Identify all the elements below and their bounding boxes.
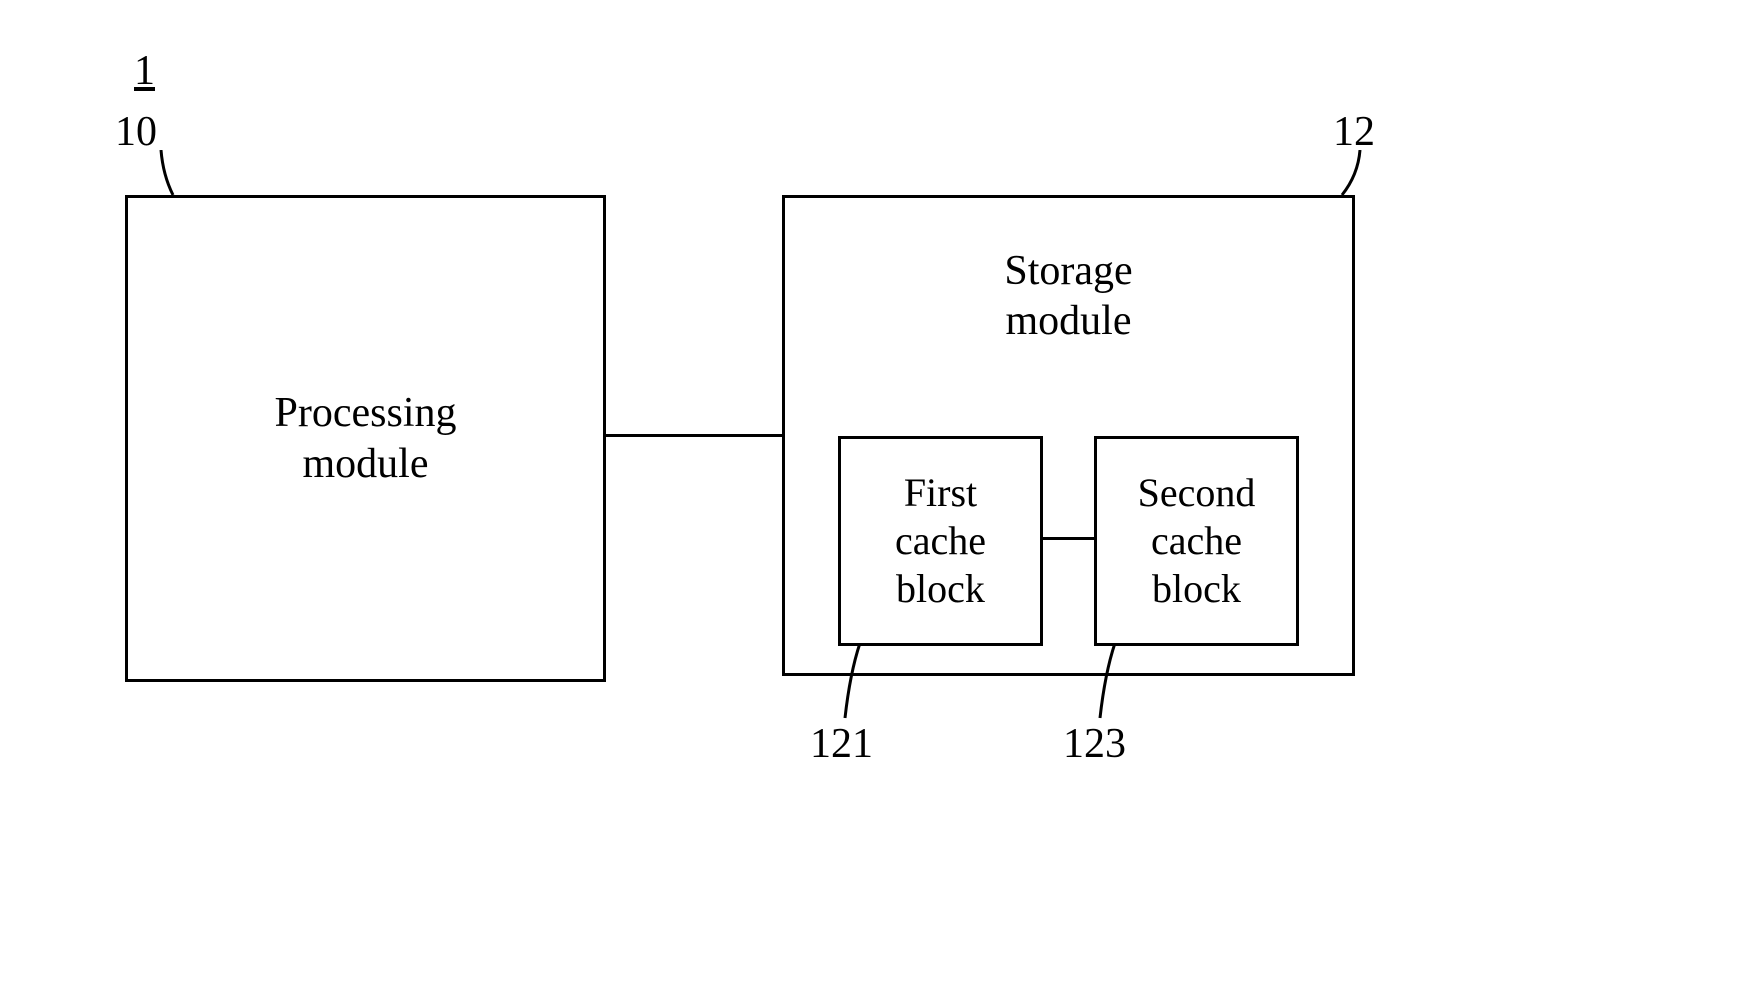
storage-module-text: Storage module [1004, 246, 1132, 347]
processing-module-box: Processing module [125, 195, 606, 682]
second-cache-ref-label: 123 [1063, 720, 1126, 768]
lead-line-12 [1330, 150, 1370, 200]
processing-module-text: Processing module [275, 388, 457, 489]
storage-ref-label: 12 [1333, 108, 1375, 156]
lead-line-10 [155, 150, 185, 200]
connector-cache-blocks [1040, 537, 1094, 540]
system-label: 1 [134, 47, 155, 95]
second-cache-box: Second cache block [1094, 436, 1299, 646]
second-cache-text: Second cache block [1138, 469, 1256, 613]
first-cache-ref-label: 121 [810, 720, 873, 768]
processing-ref-label: 10 [115, 108, 157, 156]
first-cache-box: First cache block [838, 436, 1043, 646]
first-cache-text: First cache block [895, 469, 986, 613]
lead-line-121 [840, 643, 870, 723]
lead-line-123 [1095, 643, 1125, 723]
connector-processing-storage [603, 434, 782, 437]
